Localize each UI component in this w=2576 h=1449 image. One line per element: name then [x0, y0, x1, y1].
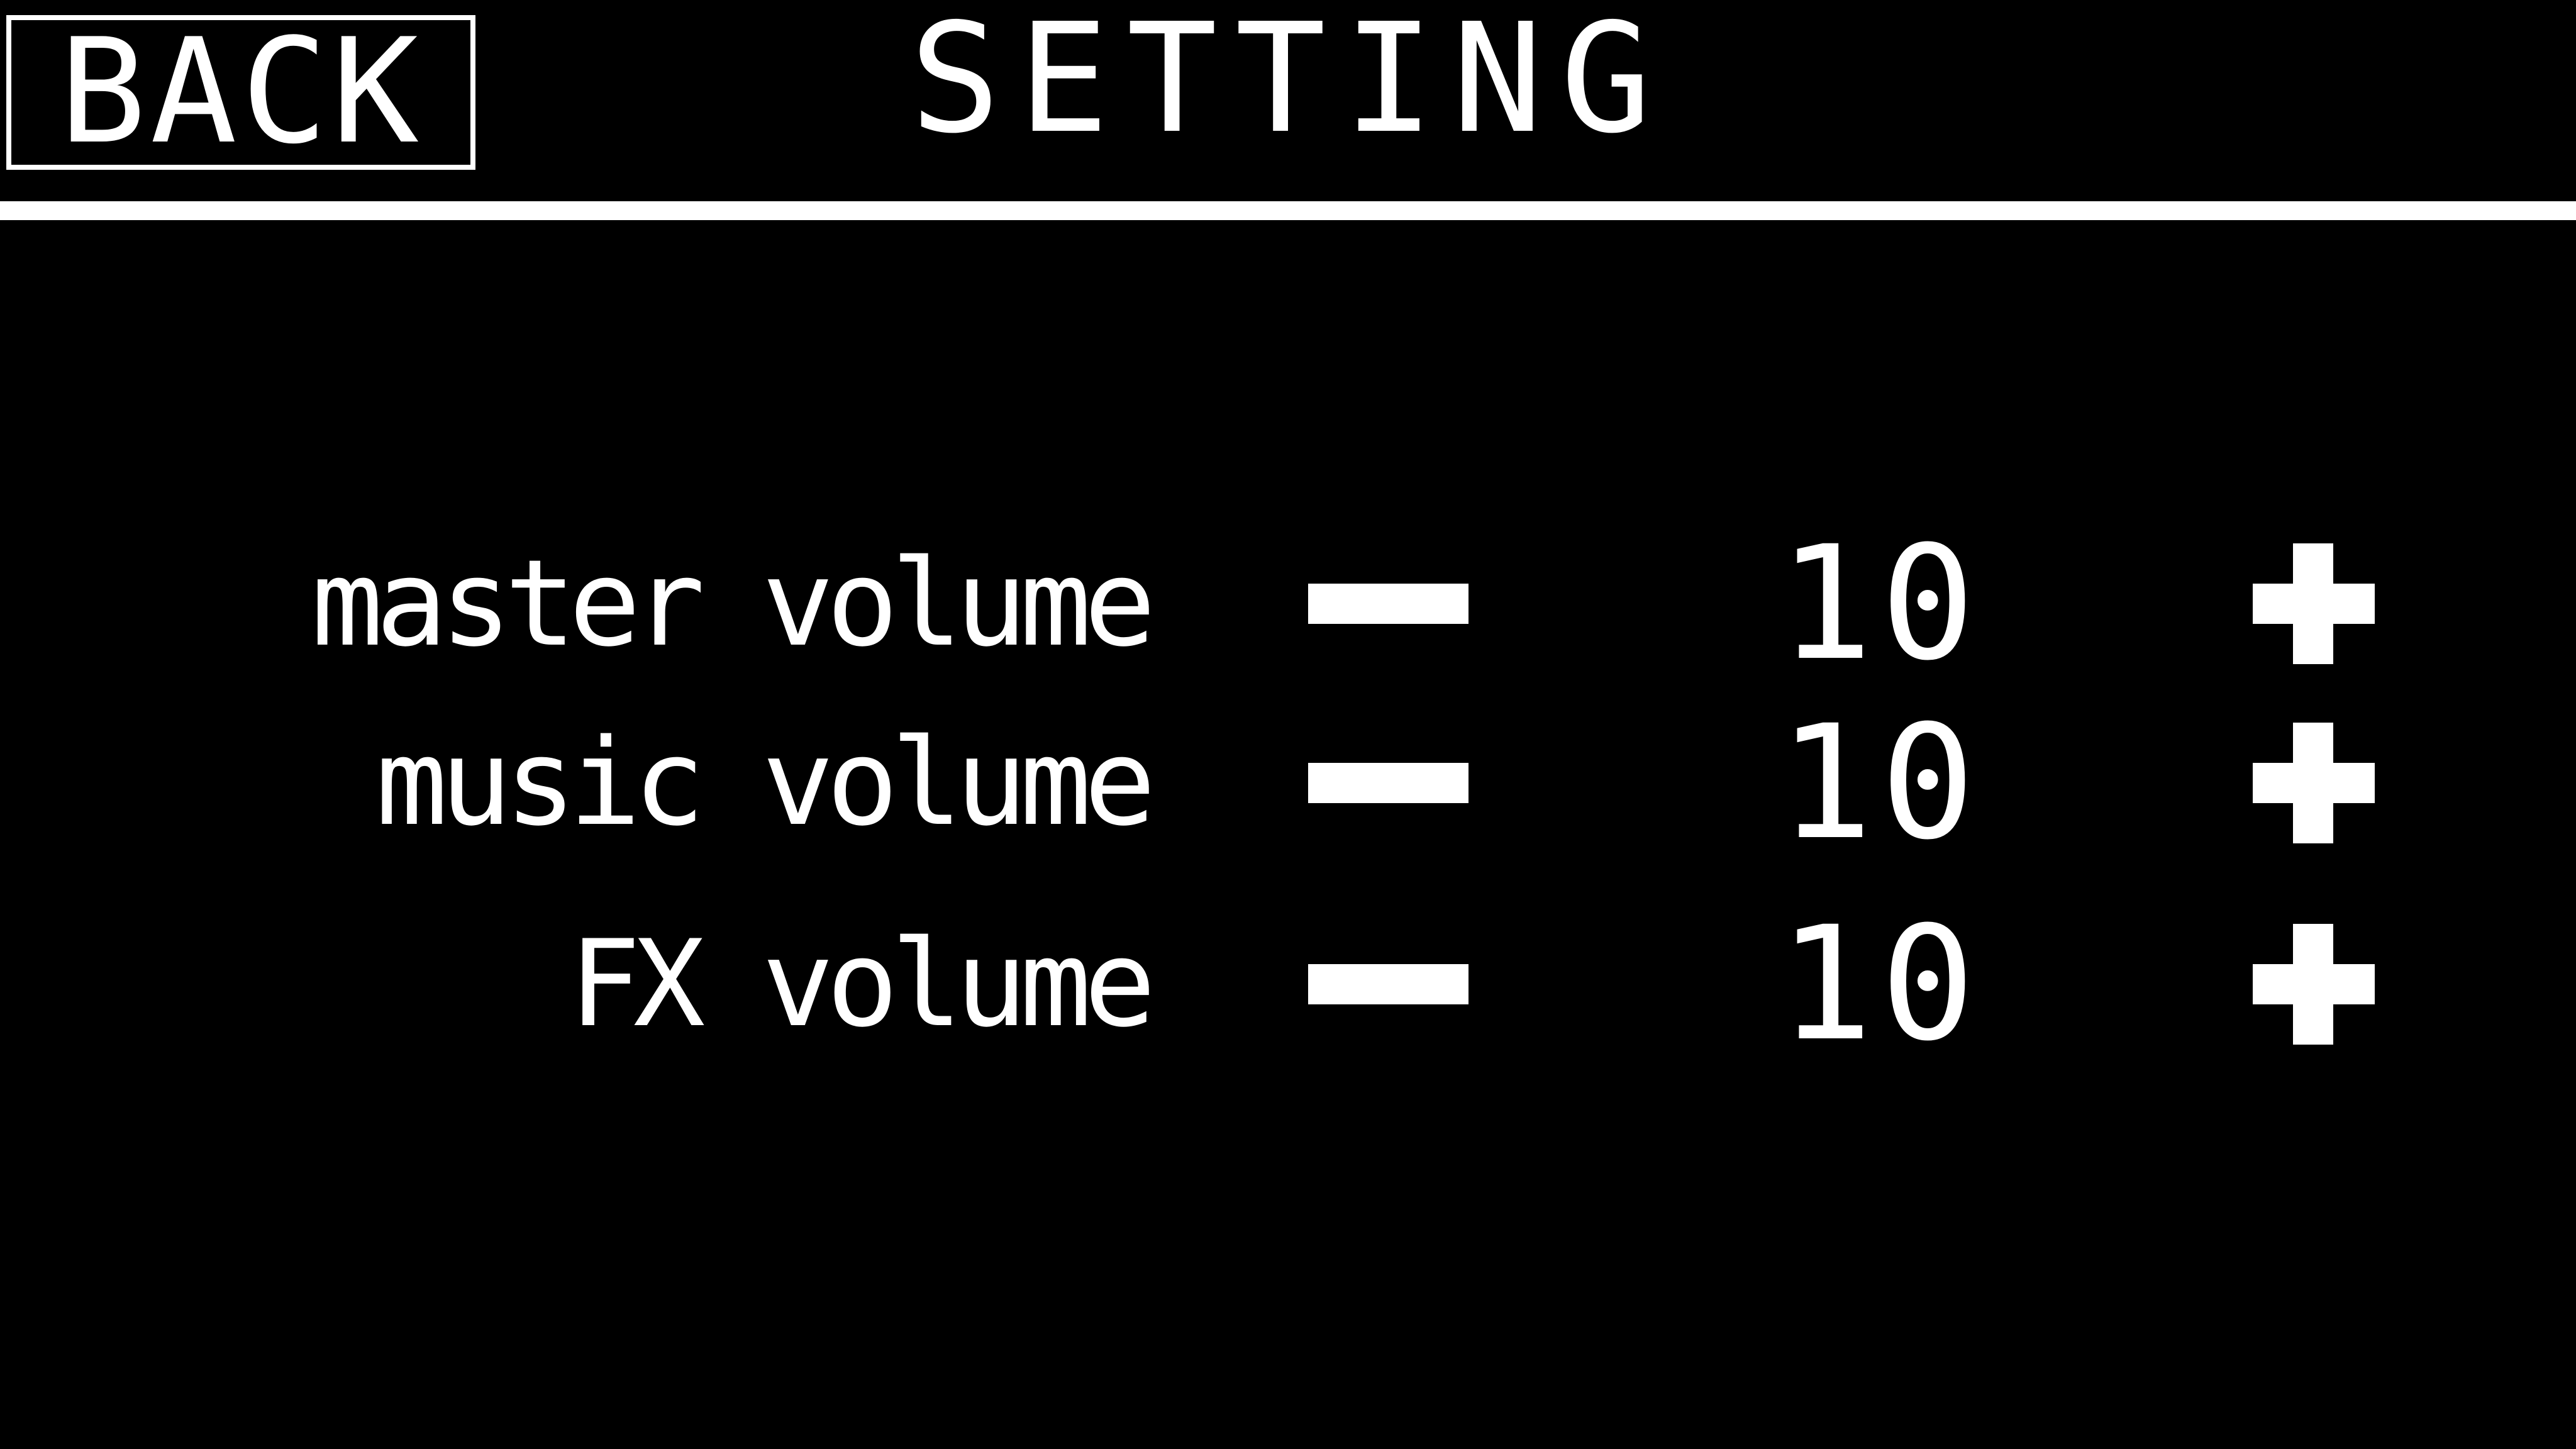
master-volume-decrease-button[interactable] — [1302, 553, 1472, 654]
music-volume-label: music volume — [375, 713, 1156, 852]
plus-icon-vertical — [2293, 924, 2333, 1045]
minus-icon — [1308, 584, 1468, 624]
header-divider — [0, 201, 2576, 220]
plus-icon-vertical — [2293, 543, 2333, 664]
master-volume-label: master volume — [311, 534, 1156, 673]
music-volume-value: 10 — [1778, 691, 1983, 874]
master-volume-increase-button[interactable] — [2251, 541, 2377, 667]
music-volume-decrease-button[interactable] — [1302, 733, 1472, 833]
master-volume-value: 10 — [1778, 512, 1983, 695]
minus-icon — [1308, 964, 1468, 1004]
fx-volume-decrease-button[interactable] — [1302, 934, 1472, 1035]
fx-volume-increase-button[interactable] — [2251, 921, 2377, 1047]
fx-volume-label: FX volume — [569, 914, 1156, 1053]
setting-row-fx-volume: FX volume 10 — [0, 892, 2576, 1075]
minus-icon — [1308, 763, 1468, 803]
music-volume-increase-button[interactable] — [2251, 720, 2377, 846]
plus-icon-vertical — [2293, 723, 2333, 843]
fx-volume-value: 10 — [1778, 892, 1983, 1075]
page-title: SETTING — [909, 0, 1669, 167]
setting-row-master-volume: master volume 10 — [0, 512, 2576, 695]
back-button[interactable]: BACK — [6, 15, 475, 170]
back-button-label: BACK — [59, 8, 423, 176]
setting-row-music-volume: music volume 10 — [0, 691, 2576, 874]
